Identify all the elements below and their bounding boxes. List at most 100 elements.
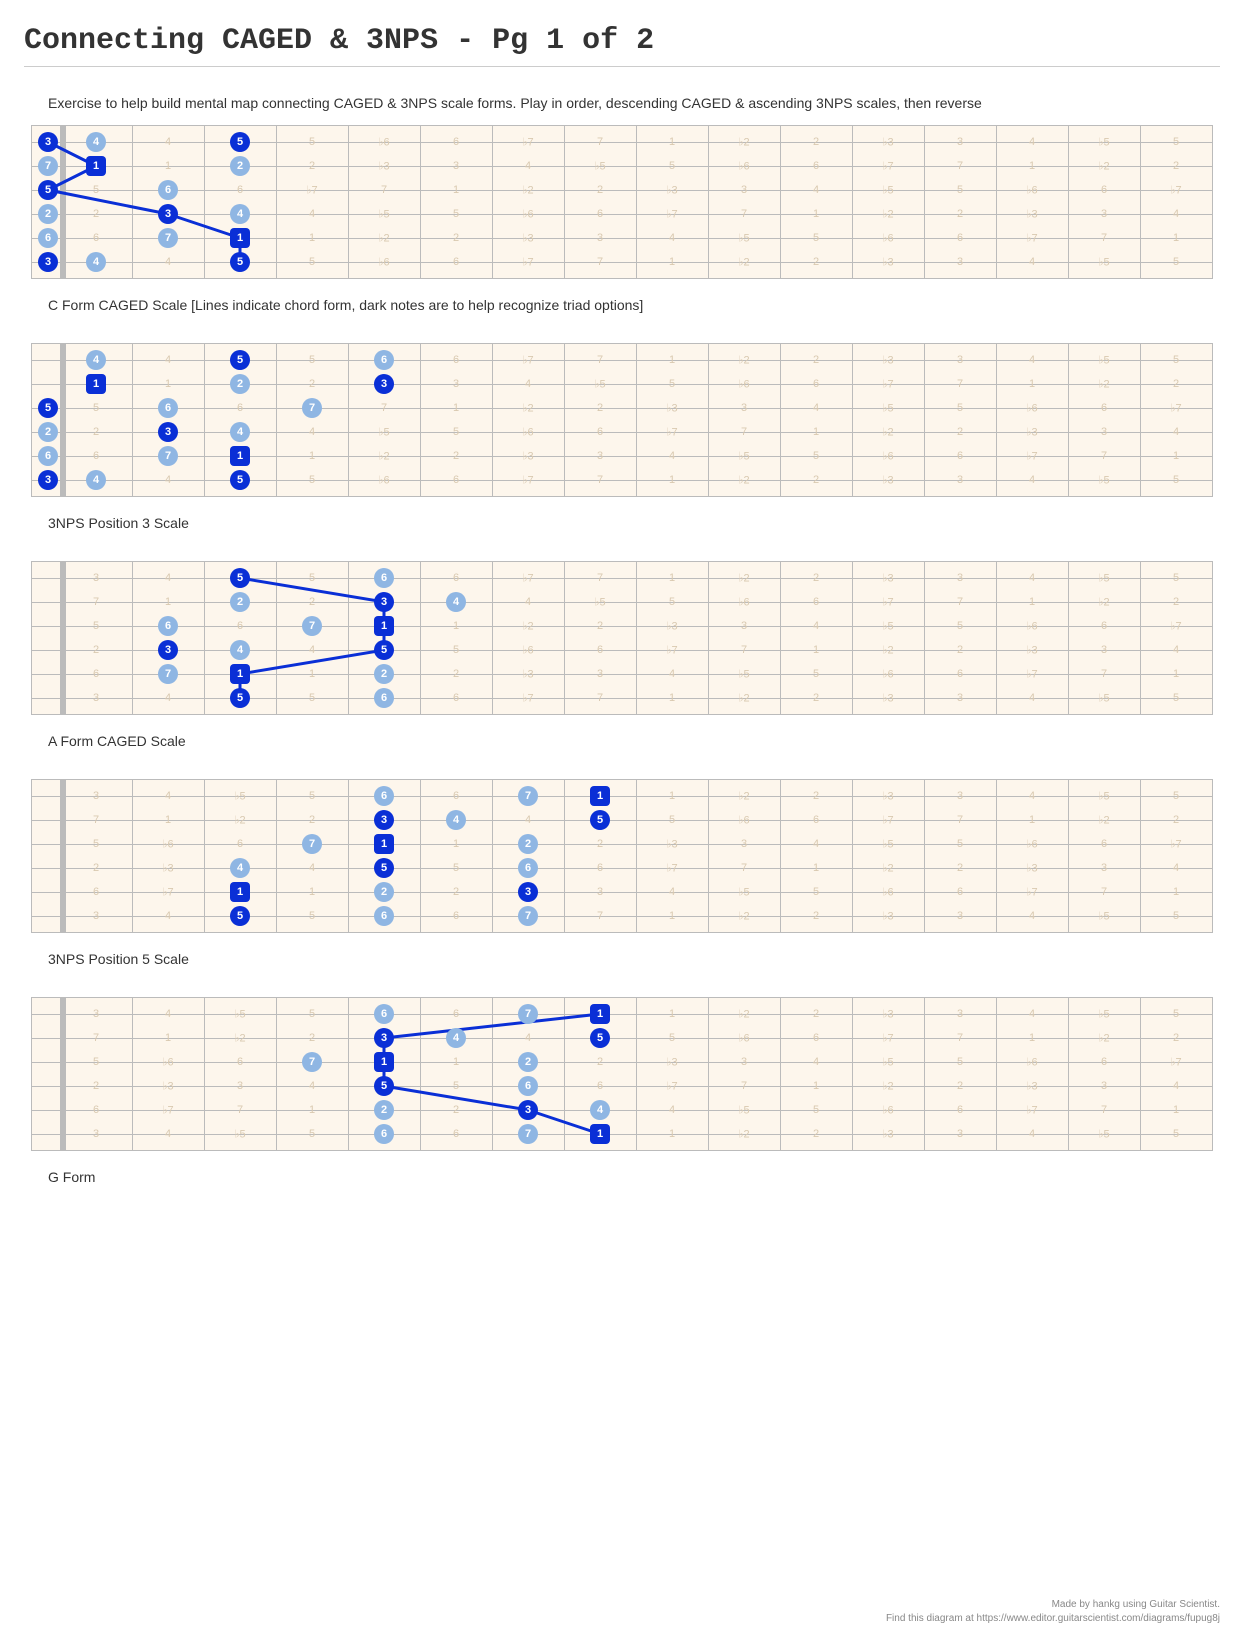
note-marker: 5 (230, 350, 250, 370)
note-marker: 5 (374, 858, 394, 878)
note-marker: 4 (86, 252, 106, 272)
note-marker: 4 (230, 858, 250, 878)
note-marker: 7 (518, 786, 538, 806)
fret-line (1212, 562, 1213, 714)
note-marker: 4 (230, 422, 250, 442)
note-marker: 7 (302, 1052, 322, 1072)
fret-line (1068, 780, 1069, 932)
nut (60, 344, 66, 496)
string-line (32, 698, 1212, 699)
note-marker: 5 (230, 688, 250, 708)
fret-line (132, 126, 133, 278)
fret-line (1140, 780, 1141, 932)
string-line (32, 1038, 1212, 1039)
note-marker: 3 (518, 882, 538, 902)
diagram-caption: A Form CAGED Scale (48, 733, 1220, 749)
note-marker: 3 (374, 810, 394, 830)
fret-line (636, 126, 637, 278)
note-marker: 3 (518, 1100, 538, 1120)
chord-form-lines (32, 998, 1212, 1150)
string-line (32, 892, 1212, 893)
fret-line (276, 344, 277, 496)
fret-line (1140, 562, 1141, 714)
fret-line (348, 344, 349, 496)
title-rule (24, 66, 1220, 67)
note-marker: 1 (590, 1124, 610, 1144)
fret-line (420, 780, 421, 932)
note-marker: 5 (590, 810, 610, 830)
fret-line (204, 126, 205, 278)
fret-line (708, 998, 709, 1150)
note-marker: 6 (158, 180, 178, 200)
string-line (32, 916, 1212, 917)
fret-line (132, 562, 133, 714)
note-marker: 7 (38, 156, 58, 176)
note-marker: 7 (158, 228, 178, 248)
string-line (32, 142, 1212, 143)
note-marker: 5 (230, 132, 250, 152)
note-marker: 6 (374, 1124, 394, 1144)
note-marker: 2 (230, 592, 250, 612)
note-marker: 3 (38, 470, 58, 490)
string-line (32, 844, 1212, 845)
fretboard: 34♭55♭66♭771♭22♭334♭5571♭22♭334♭55♭66♭77… (31, 997, 1213, 1151)
nut (60, 562, 66, 714)
fret-line (564, 998, 565, 1150)
note-marker: 4 (230, 204, 250, 224)
note-marker: 1 (230, 882, 250, 902)
footer-line2: Find this diagram at https://www.editor.… (886, 1612, 1220, 1626)
fret-line (276, 780, 277, 932)
fretboard: 34♭55♭66♭771♭22♭334♭5571♭22♭334♭55♭66♭77… (31, 125, 1213, 279)
fret-line (132, 780, 133, 932)
fret-line (1212, 780, 1213, 932)
fret-line (924, 998, 925, 1150)
fret-line (1068, 344, 1069, 496)
note-marker: 1 (590, 786, 610, 806)
fret-line (1068, 998, 1069, 1150)
string-line (32, 262, 1212, 263)
note-marker: 6 (374, 906, 394, 926)
note-marker: 7 (302, 834, 322, 854)
note-marker: 7 (518, 1124, 538, 1144)
fret-line (996, 780, 997, 932)
note-marker: 4 (590, 1100, 610, 1120)
fret-line (996, 344, 997, 496)
fret-line (348, 126, 349, 278)
fret-line (852, 998, 853, 1150)
fret-line (636, 562, 637, 714)
fret-line (492, 780, 493, 932)
fret-line (1212, 344, 1213, 496)
string-line (32, 190, 1212, 191)
note-marker: 7 (302, 398, 322, 418)
footer: Made by hankg using Guitar Scientist. Fi… (886, 1598, 1220, 1626)
note-marker: 6 (374, 688, 394, 708)
note-marker: 1 (230, 228, 250, 248)
string-line (32, 1014, 1212, 1015)
fret-line (1140, 344, 1141, 496)
note-marker: 2 (38, 204, 58, 224)
nut (60, 780, 66, 932)
note-marker: 2 (374, 882, 394, 902)
string-line (32, 1062, 1212, 1063)
note-marker: 6 (518, 858, 538, 878)
note-marker: 5 (230, 568, 250, 588)
note-marker: 3 (374, 374, 394, 394)
fret-line (492, 344, 493, 496)
fret-line (1140, 998, 1141, 1150)
fret-line (852, 126, 853, 278)
note-marker: 3 (158, 640, 178, 660)
fret-line (348, 780, 349, 932)
fret-line (492, 998, 493, 1150)
note-marker: 1 (374, 834, 394, 854)
string-line (32, 1134, 1212, 1135)
note-marker: 2 (230, 156, 250, 176)
fret-line (708, 562, 709, 714)
note-marker: 3 (374, 592, 394, 612)
fret-line (996, 562, 997, 714)
note-marker: 7 (158, 446, 178, 466)
fret-line (852, 562, 853, 714)
string-line (32, 238, 1212, 239)
string-line (32, 1086, 1212, 1087)
note-marker: 5 (230, 252, 250, 272)
fret-line (276, 126, 277, 278)
